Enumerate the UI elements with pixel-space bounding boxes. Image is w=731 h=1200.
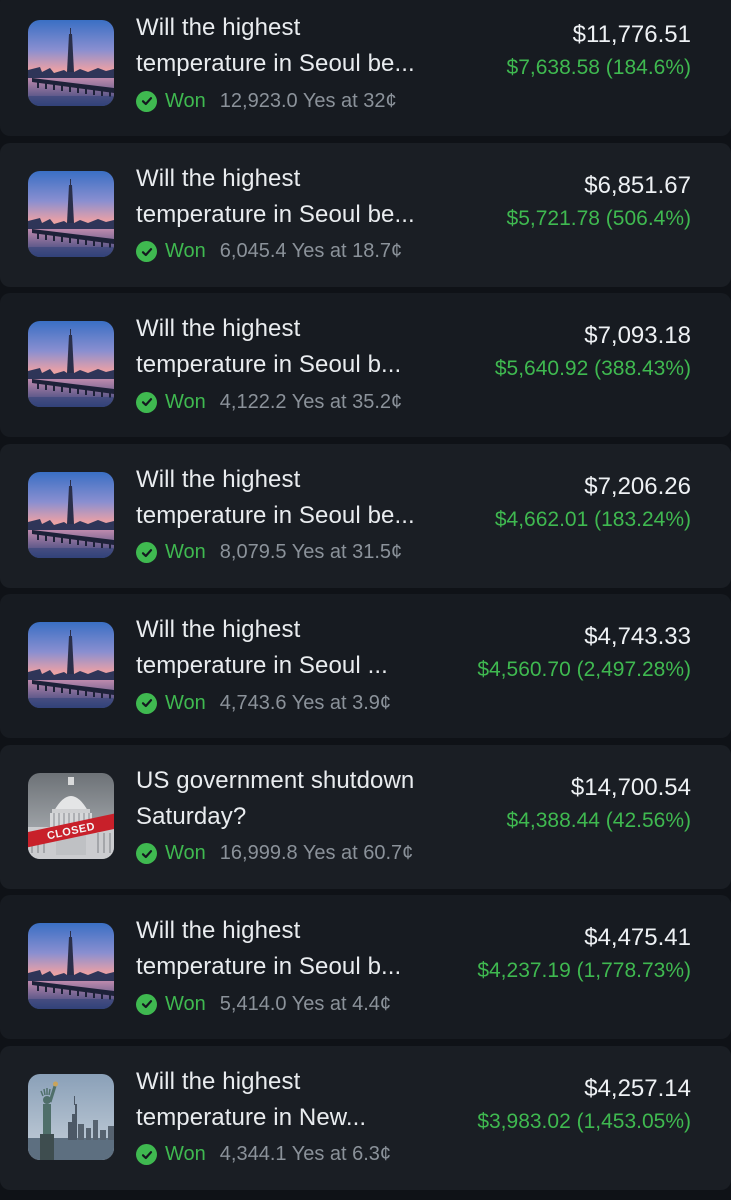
market-title-line1: Will the highest	[136, 315, 301, 342]
won-label: Won	[165, 1143, 206, 1165]
check-circle-icon	[136, 993, 157, 1015]
position-status: Won 8,079.5 Yes at 31.5¢	[136, 540, 402, 566]
market-title-line2: temperature in Seoul b...	[136, 351, 402, 378]
won-label: Won	[165, 89, 206, 112]
market-thumbnail	[28, 20, 114, 106]
market-title[interactable]: Will the highest temperature in Seoul b.…	[136, 311, 456, 383]
shares-summary: 4,344.1 Yes at 6.3¢	[219, 1143, 392, 1165]
market-title[interactable]: Will the highest temperature in Seoul be…	[136, 10, 456, 82]
market-thumbnail	[28, 170, 114, 257]
check-circle-icon	[136, 542, 157, 563]
position-values: $7,206.26 $4,662.01 (183.24%)	[495, 466, 691, 532]
shares-summary: 16,999.8 Yes at 60.7¢	[219, 842, 414, 864]
market-thumbnail	[28, 622, 114, 708]
market-title-line1: Will the highest	[136, 1067, 301, 1095]
position-row[interactable]: Will the highest temperature in Seoul be…	[0, 0, 731, 136]
position-values: $4,257.14 $3,983.02 (1,453.05%)	[477, 1068, 691, 1134]
check-circle-icon	[136, 241, 157, 262]
market-title-line1: Will the highest	[136, 164, 301, 192]
current-value: $14,700.54	[570, 773, 691, 801]
position-status: Won 16,999.8 Yes at 60.7¢	[136, 841, 413, 867]
market-title-line1: Will the highest	[136, 14, 301, 41]
position-row[interactable]: CLOSED US government shutdown Saturday? …	[0, 744, 731, 889]
position-row[interactable]: Will the highest temperature in Seoul b.…	[0, 895, 731, 1039]
position-status: Won 5,414.0 Yes at 4.4¢	[136, 991, 391, 1017]
profit-and-loss: $4,662.01 (183.24%)	[494, 507, 691, 531]
won-label: Won	[165, 240, 206, 262]
position-values: $4,475.41 $4,237.19 (1,778.73%)	[477, 917, 691, 983]
shares-summary: 4,122.2 Yes at 35.2¢	[219, 390, 403, 413]
profit-and-loss: $4,388.44 (42.56%)	[506, 808, 691, 832]
position-row[interactable]: Will the highest temperature in Seoul be…	[0, 443, 731, 588]
market-title-line2: temperature in Seoul be...	[136, 501, 415, 529]
check-circle-icon	[136, 1144, 157, 1165]
market-title[interactable]: Will the highest temperature in Seoul be…	[136, 462, 456, 534]
profit-and-loss: $5,640.92 (388.43%)	[494, 357, 691, 380]
current-value: $4,743.33	[584, 623, 691, 650]
market-title-line2: temperature in New...	[136, 1103, 367, 1131]
market-title-line2: temperature in Seoul be...	[136, 50, 415, 77]
market-thumbnail	[28, 1073, 114, 1160]
market-thumbnail	[28, 321, 114, 407]
portfolio-positions-list: Will the highest temperature in Seoul be…	[0, 0, 731, 1192]
position-values: $14,700.54 $4,388.44 (42.56%)	[507, 767, 691, 833]
position-values: $7,093.18 $5,640.92 (388.43%)	[495, 315, 691, 381]
position-row[interactable]: Will the highest temperature in Seoul ..…	[0, 594, 731, 738]
market-title-line1: US government shutdown	[136, 766, 415, 794]
market-title[interactable]: Will the highest temperature in Seoul be…	[136, 161, 456, 233]
profit-and-loss: $3,983.02 (1,453.05%)	[477, 1109, 691, 1133]
position-status: Won 4,344.1 Yes at 6.3¢	[136, 1142, 391, 1168]
won-label: Won	[165, 390, 206, 413]
won-label: Won	[165, 691, 206, 714]
won-label: Won	[165, 992, 206, 1015]
shares-summary: 4,743.6 Yes at 3.9¢	[219, 691, 392, 714]
market-title[interactable]: Will the highest temperature in Seoul ..…	[136, 612, 456, 684]
position-row[interactable]: Will the highest temperature in New... W…	[0, 1045, 731, 1190]
position-row[interactable]: Will the highest temperature in Seoul be…	[0, 142, 731, 287]
check-circle-icon	[136, 843, 157, 864]
won-label: Won	[165, 842, 206, 864]
position-row[interactable]: Will the highest temperature in Seoul b.…	[0, 293, 731, 437]
market-thumbnail: CLOSED	[28, 772, 114, 859]
market-title[interactable]: Will the highest temperature in Seoul b.…	[136, 913, 456, 985]
position-values: $4,743.33 $4,560.70 (2,497.28%)	[477, 616, 691, 682]
current-value: $6,851.67	[584, 171, 691, 199]
current-value: $7,093.18	[584, 322, 691, 349]
market-title[interactable]: US government shutdown Saturday?	[136, 763, 456, 835]
profit-and-loss: $4,560.70 (2,497.28%)	[477, 658, 691, 681]
current-value: $4,257.14	[584, 1074, 691, 1102]
market-title-line1: Will the highest	[136, 465, 301, 493]
shares-summary: 8,079.5 Yes at 31.5¢	[219, 541, 403, 563]
position-status: Won 12,923.0 Yes at 32¢	[136, 88, 397, 114]
check-circle-icon	[136, 391, 157, 413]
position-status: Won 6,045.4 Yes at 18.7¢	[136, 239, 402, 265]
market-thumbnail	[28, 923, 114, 1009]
check-circle-icon	[136, 90, 157, 112]
position-values: $6,851.67 $5,721.78 (506.4%)	[507, 165, 691, 231]
market-thumbnail	[28, 471, 114, 558]
market-title-line2: temperature in Seoul b...	[136, 953, 402, 980]
shares-summary: 5,414.0 Yes at 4.4¢	[219, 992, 392, 1015]
profit-and-loss: $7,638.58 (184.6%)	[506, 56, 691, 79]
shares-summary: 12,923.0 Yes at 32¢	[219, 89, 397, 112]
market-title[interactable]: Will the highest temperature in New...	[136, 1064, 456, 1136]
current-value: $11,776.51	[572, 21, 691, 48]
market-title-line2: temperature in Seoul ...	[136, 652, 388, 679]
market-title-line2: Saturday?	[136, 802, 247, 830]
won-label: Won	[165, 541, 206, 563]
position-status: Won 4,122.2 Yes at 35.2¢	[136, 389, 402, 415]
profit-and-loss: $5,721.78 (506.4%)	[506, 206, 691, 230]
market-title-line1: Will the highest	[136, 616, 301, 643]
position-values: $11,776.51 $7,638.58 (184.6%)	[507, 14, 691, 80]
position-status: Won 4,743.6 Yes at 3.9¢	[136, 690, 391, 716]
shares-summary: 6,045.4 Yes at 18.7¢	[219, 240, 403, 262]
profit-and-loss: $4,237.19 (1,778.73%)	[477, 959, 691, 982]
current-value: $4,475.41	[584, 924, 691, 951]
market-title-line1: Will the highest	[136, 917, 301, 944]
market-title-line2: temperature in Seoul be...	[136, 200, 415, 228]
check-circle-icon	[136, 692, 157, 714]
current-value: $7,206.26	[584, 472, 691, 500]
